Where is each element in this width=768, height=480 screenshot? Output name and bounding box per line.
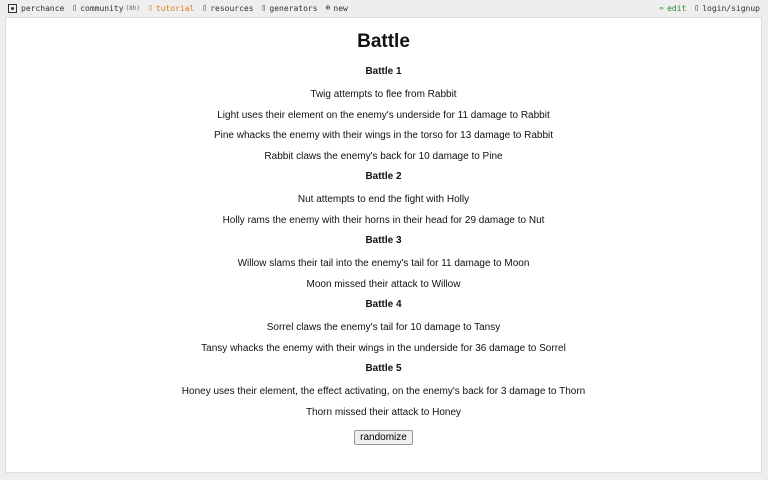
nav-tutorial-label: tutorial [155,3,195,13]
community-count: (8h) [125,4,140,12]
nav-login[interactable]: ▯ login/signup [694,4,760,13]
nav-login-label: login/signup [702,3,760,13]
nav-generators-label: generators [269,3,318,13]
battle-line: Honey uses their element, the effect act… [181,386,586,397]
book-icon: ▯ [148,3,153,12]
dice-icon [8,3,17,13]
nav-new[interactable]: ⊕ new [326,4,348,13]
nav-edit-label: edit [667,3,687,13]
battle-heading: Battle 1 [365,66,402,77]
top-nav: perchance ▯ community (8h) ▯ tutorial ▯ … [0,0,768,16]
output-panel: Battle Battle 1 Twig attempts to flee fr… [5,17,762,473]
battle-line: Rabbit claws the enemy's back for 10 dam… [264,150,503,162]
nav-resources-label: resources [210,3,254,13]
battle-log: Battle 1 Twig attempts to flee from Rabb… [6,66,761,445]
nav-perchance[interactable]: perchance [8,3,65,13]
battle-section: Battle 4 Sorrel claws the enemy's tail f… [6,299,761,355]
battle-line: Light uses their element on the enemy's … [217,109,550,121]
plus-icon: ⊕ [325,3,331,12]
nav-generators[interactable]: ▯ generators [262,4,318,13]
battle-line: Sorrel claws the enemy's tail for 10 dam… [266,322,501,333]
folder-icon: ▯ [202,3,208,12]
list-icon: ▯ [261,3,267,12]
battle-line: Holly rams the enemy with their horns in… [222,214,545,226]
nav-edit[interactable]: ✏ edit [659,4,686,13]
battle-heading: Battle 5 [365,363,402,374]
randomize-button[interactable]: randomize [354,430,413,445]
nav-community[interactable]: ▯ community (8h) [72,4,140,13]
nav-new-label: new [333,3,348,13]
page-title: Battle [357,31,410,52]
battle-heading: Battle 4 [365,299,402,310]
battle-section: Battle 1 Twig attempts to flee from Rabb… [6,66,761,163]
nav-tutorial[interactable]: ▯ tutorial [148,4,194,13]
battle-line: Twig attempts to flee from Rabbit [310,89,457,100]
nav-resources[interactable]: ▯ resources [202,4,253,13]
user-icon: ▯ [694,3,700,12]
nav-community-label: community [80,3,124,13]
pencil-icon: ✏ [659,3,665,12]
battle-line: Pine whacks the enemy with their wings i… [213,130,554,141]
battle-heading: Battle 2 [365,171,402,182]
battle-line: Tansy whacks the enemy with their wings … [201,342,566,354]
battle-line: Willow slams their tail into the enemy's… [237,258,530,269]
battle-section: Battle 2 Nut attempts to end the fight w… [6,171,761,227]
nav-left: perchance ▯ community (8h) ▯ tutorial ▯ … [8,3,356,13]
battle-heading: Battle 3 [365,235,402,246]
battle-line: Thorn missed their attack to Honey [305,406,462,418]
nav-perchance-label: perchance [21,3,65,13]
chat-icon: ▯ [72,3,78,12]
nav-right: ✏ edit ▯ login/signup [651,4,760,13]
battle-section: Battle 5 Honey uses their element, the e… [6,363,761,419]
battle-line: Moon missed their attack to Willow [306,278,461,290]
battle-section: Battle 3 Willow slams their tail into th… [6,235,761,291]
battle-line: Nut attempts to end the fight with Holly [297,194,470,205]
